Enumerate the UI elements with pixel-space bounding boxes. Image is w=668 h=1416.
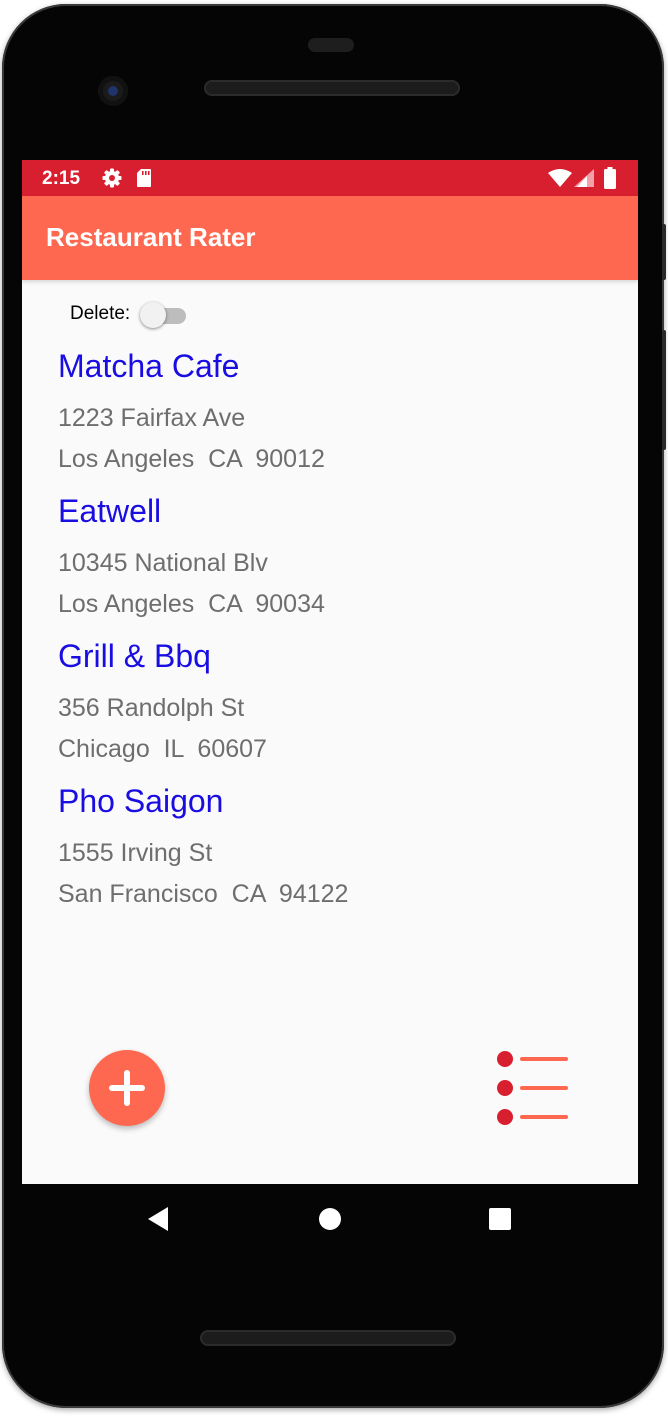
status-time: 2:15 [42, 168, 81, 189]
restaurant-street: 1555 Irving St [58, 839, 213, 867]
app-bar: Restaurant Rater [22, 196, 638, 280]
restaurant-street: 1223 Fairfax Ave [58, 404, 246, 432]
gear-icon [102, 168, 122, 193]
volume-button [662, 330, 666, 450]
front-camera-icon [98, 76, 128, 106]
sd-card-icon [136, 168, 152, 193]
restaurant-name: Pho Saigon [58, 783, 224, 819]
back-triangle-icon[interactable] [146, 1206, 170, 1237]
battery-icon [604, 167, 616, 194]
app-screen: 2:15 Restaurant Rater Delete: Matcha Caf… [22, 160, 638, 1184]
list-item[interactable]: Eatwell 10345 National Blv Los Angeles C… [58, 491, 618, 636]
restaurant-list: Matcha Cafe 1223 Fairfax Ave Los Angeles… [58, 346, 618, 926]
side-button [662, 224, 666, 280]
switch-thumb [140, 302, 166, 328]
wifi-icon [548, 169, 572, 192]
list-icon [497, 1051, 568, 1125]
app-title: Restaurant Rater [46, 222, 256, 252]
add-restaurant-button[interactable] [89, 1050, 165, 1126]
delete-switch[interactable] [140, 300, 190, 330]
restaurant-city-line: San Francisco CA 94122 [58, 880, 349, 908]
restaurant-name: Matcha Cafe [58, 348, 240, 384]
top-speaker-grille [204, 80, 460, 96]
list-item[interactable]: Matcha Cafe 1223 Fairfax Ave Los Angeles… [58, 346, 618, 491]
restaurant-city-line: Chicago IL 60607 [58, 735, 267, 763]
list-item[interactable]: Pho Saigon 1555 Irving St San Francisco … [58, 781, 618, 926]
restaurant-name: Eatwell [58, 493, 162, 529]
cell-signal-icon [574, 169, 594, 192]
restaurant-city-line: Los Angeles CA 90012 [58, 445, 325, 473]
restaurant-list-button[interactable] [492, 1048, 572, 1128]
restaurant-name: Grill & Bbq [58, 638, 211, 674]
plus-icon [109, 1070, 145, 1106]
restaurant-city-line: Los Angeles CA 90034 [58, 590, 325, 618]
navigation-bar [22, 1184, 638, 1256]
home-circle-icon[interactable] [318, 1206, 342, 1237]
bottom-speaker-grille [200, 1330, 456, 1346]
restaurant-street: 356 Randolph St [58, 694, 245, 722]
recents-square-icon[interactable] [488, 1206, 512, 1237]
list-item[interactable]: Grill & Bbq 356 Randolph St Chicago IL 6… [58, 636, 618, 781]
earpiece [308, 38, 354, 52]
restaurant-street: 10345 National Blv [58, 549, 268, 577]
status-bar: 2:15 [22, 160, 638, 196]
delete-label: Delete: [70, 303, 131, 324]
